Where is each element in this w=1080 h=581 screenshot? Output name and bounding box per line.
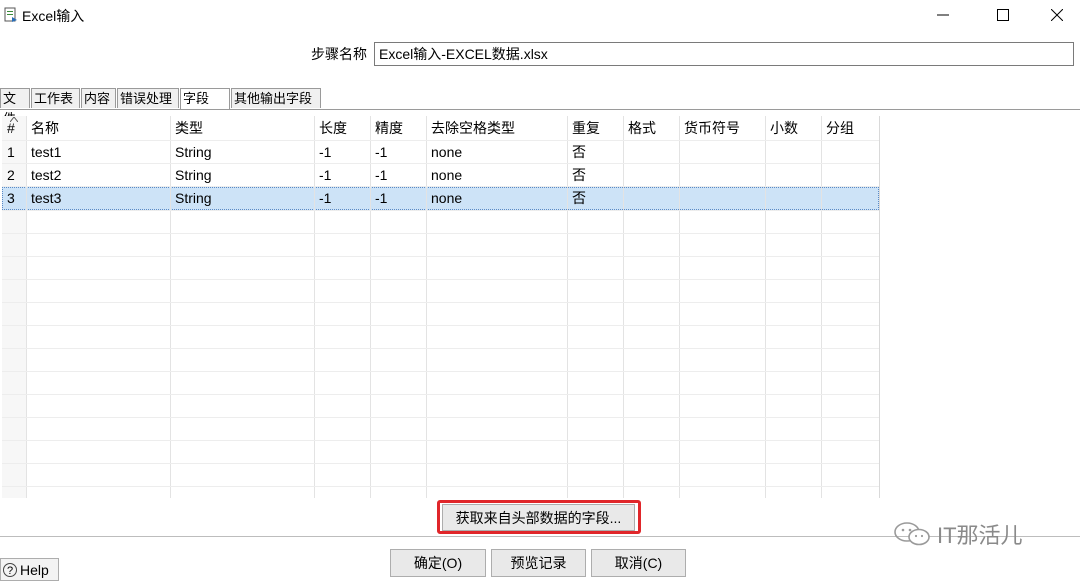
- cell-type[interactable]: String: [170, 141, 314, 164]
- tab-content[interactable]: 内容: [81, 88, 116, 108]
- cell-repeat[interactable]: 否: [567, 164, 623, 187]
- table-row-selected[interactable]: 3 test3 String -1 -1 none 否: [2, 187, 879, 210]
- row-divider: [2, 210, 879, 211]
- help-button[interactable]: ? Help: [0, 558, 59, 581]
- cell-length[interactable]: -1: [314, 164, 370, 187]
- watermark: IT那活儿: [893, 518, 1023, 550]
- cell-trim-type[interactable]: none: [426, 164, 567, 187]
- cell-type[interactable]: String: [170, 164, 314, 187]
- column-header-group[interactable]: 分组: [821, 116, 879, 140]
- tab-worksheet[interactable]: 工作表: [31, 88, 80, 108]
- row-divider: [2, 417, 879, 418]
- cell-repeat[interactable]: 否: [567, 187, 623, 210]
- row-divider: [2, 140, 879, 141]
- window-title: Excel输入: [22, 8, 85, 24]
- row-index: 2: [7, 167, 15, 183]
- sort-up-icon: [10, 117, 18, 122]
- column-header-format[interactable]: 格式: [623, 116, 679, 140]
- fields-table[interactable]: # 名称 类型 长度 精度 去除空格类型 重复 格式 货币符号 小数 分组 1 …: [2, 116, 880, 498]
- column-header-currency[interactable]: 货币符号: [679, 116, 765, 140]
- cell-type[interactable]: String: [170, 187, 314, 210]
- cell-length[interactable]: -1: [314, 187, 370, 210]
- table-row[interactable]: 1 test1 String -1 -1 none 否: [2, 141, 879, 164]
- cell-name[interactable]: test1: [26, 141, 170, 164]
- row-divider: [2, 486, 879, 487]
- row-divider: [2, 279, 879, 280]
- column-header-name[interactable]: 名称: [26, 116, 170, 140]
- maximize-icon: [997, 9, 1009, 21]
- cell-precision[interactable]: -1: [370, 164, 426, 187]
- row-divider: [2, 394, 879, 395]
- cell-length[interactable]: -1: [314, 141, 370, 164]
- row-divider: [2, 348, 879, 349]
- tab-file[interactable]: 文件: [0, 88, 30, 126]
- help-icon: ?: [3, 562, 17, 577]
- column-header-decimal[interactable]: 小数: [765, 116, 821, 140]
- row-divider: [2, 256, 879, 257]
- row-divider: [2, 440, 879, 441]
- title-bar: Excel输入: [0, 0, 1080, 30]
- tab-other-output-fields[interactable]: 其他输出字段: [231, 88, 321, 108]
- row-index: 3: [7, 190, 15, 206]
- cell-name[interactable]: test2: [26, 164, 170, 187]
- row-divider: [2, 463, 879, 464]
- ok-button[interactable]: 确定(O): [390, 549, 486, 577]
- cell-trim-type[interactable]: none: [426, 141, 567, 164]
- cell-precision[interactable]: -1: [370, 187, 426, 210]
- wechat-icon: [894, 522, 930, 546]
- row-divider: [2, 325, 879, 326]
- tab-fields[interactable]: 字段: [180, 88, 230, 110]
- tab-bar: 文件 工作表 内容 错误处理 字段 其他输出字段: [0, 88, 1080, 126]
- maximize-button[interactable]: [980, 0, 1026, 30]
- get-fields-button[interactable]: 获取来自头部数据的字段...: [442, 504, 635, 531]
- cell-precision[interactable]: -1: [370, 141, 426, 164]
- cancel-button[interactable]: 取消(C): [591, 549, 686, 577]
- excel-input-icon: [4, 7, 17, 22]
- watermark-text: IT那活儿: [937, 523, 1023, 548]
- minimize-icon: [937, 14, 949, 16]
- close-icon: [1051, 9, 1063, 21]
- cell-repeat[interactable]: 否: [567, 141, 623, 164]
- table-row[interactable]: 2 test2 String -1 -1 none 否: [2, 164, 879, 187]
- row-divider: [2, 186, 879, 187]
- row-divider: [2, 302, 879, 303]
- column-header-length[interactable]: 长度: [314, 116, 370, 140]
- help-label: Help: [20, 561, 49, 578]
- column-header-precision[interactable]: 精度: [370, 116, 426, 140]
- row-divider: [2, 233, 879, 234]
- minimize-button[interactable]: [920, 0, 966, 30]
- step-name-input[interactable]: [374, 42, 1074, 66]
- row-divider: [2, 371, 879, 372]
- cell-trim-type[interactable]: none: [426, 187, 567, 210]
- row-divider: [2, 163, 879, 164]
- column-header-type[interactable]: 类型: [170, 116, 314, 140]
- column-header-trim-type[interactable]: 去除空格类型: [426, 116, 567, 140]
- tab-divider: [0, 109, 1080, 110]
- row-index: 1: [7, 144, 15, 160]
- cell-name[interactable]: test3: [26, 187, 170, 210]
- close-button[interactable]: [1034, 0, 1080, 30]
- tab-error-handling[interactable]: 错误处理: [117, 88, 179, 108]
- preview-button[interactable]: 预览记录: [491, 549, 586, 577]
- column-header-repeat[interactable]: 重复: [567, 116, 623, 140]
- step-name-label: 步骤名称: [311, 46, 367, 62]
